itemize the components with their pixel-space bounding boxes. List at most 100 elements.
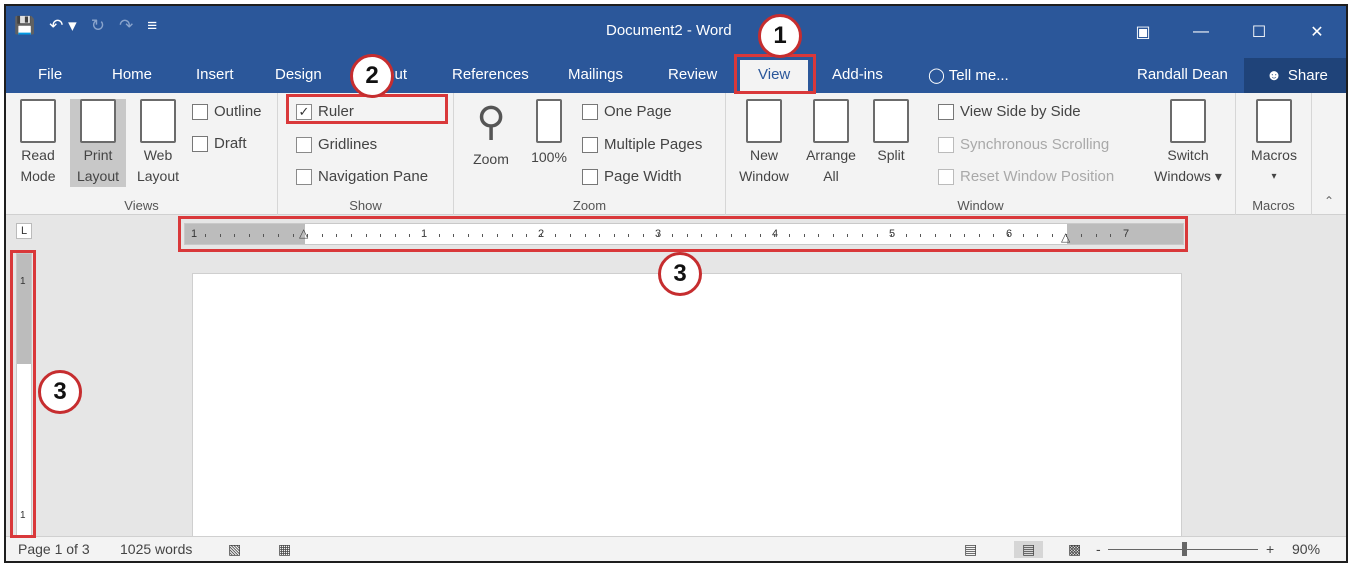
read-mode-label-2: Mode (20, 168, 56, 184)
document-title: Document2 - Word (606, 22, 732, 39)
web-layout-icon (140, 99, 176, 143)
zoom-level[interactable]: 90% (1292, 541, 1320, 557)
tab-references[interactable]: References (452, 66, 529, 83)
maximize-icon[interactable]: ☐ (1230, 6, 1288, 58)
word-window: 💾 ↶ ▾ ↻ ↷ ≡ Document2 - Word ▣ — ☐ ✕ Fil… (4, 4, 1348, 563)
switch-windows-button[interactable]: Switch Windows ▾ (1150, 99, 1226, 187)
ribbon-display-options-icon[interactable]: ▣ (1114, 6, 1172, 58)
zoom-button[interactable]: ⚲ Zoom (466, 99, 516, 170)
outline-label: Outline (214, 103, 262, 120)
draft-icon (192, 135, 208, 152)
web-layout-view-icon[interactable]: ▩ (1068, 541, 1081, 558)
view-side-by-side-button[interactable]: View Side by Side (938, 103, 1081, 120)
read-mode-view-icon[interactable]: ▤ (964, 541, 977, 558)
minimize-icon[interactable]: — (1172, 6, 1230, 58)
split-icon (873, 99, 909, 143)
macros-icon (1256, 99, 1292, 143)
vertical-ruler-highlight (10, 250, 36, 538)
window-controls: ▣ — ☐ ✕ (1114, 6, 1346, 58)
tab-review[interactable]: Review (668, 66, 717, 83)
macros-dropdown-icon: ▾ (1271, 171, 1277, 182)
tab-add-ins[interactable]: Add-ins (832, 66, 883, 83)
show-group-label: Show (349, 198, 382, 213)
tell-me-box[interactable]: ◯ Tell me... (928, 66, 1009, 84)
print-layout-button[interactable]: Print Layout (70, 99, 126, 187)
arrange-all-label-1: Arrange (806, 147, 856, 163)
macro-record-icon[interactable]: ▦ (278, 541, 291, 558)
page-count[interactable]: Page 1 of 3 (18, 541, 90, 557)
web-layout-button[interactable]: Web Layout (130, 99, 186, 187)
multiple-pages-button[interactable]: Multiple Pages (582, 136, 702, 153)
page-width-icon (582, 168, 598, 185)
zoom-100-button[interactable]: 100% (526, 99, 572, 168)
tab-home[interactable]: Home (112, 66, 152, 83)
proofing-icon[interactable]: ▧ (228, 541, 241, 558)
synchronous-scrolling-button[interactable]: Synchronous Scrolling (938, 136, 1109, 153)
user-name[interactable]: Randall Dean (1137, 66, 1228, 83)
ruler-checkbox-highlight (286, 94, 448, 124)
undo-icon[interactable]: ↶ ▾ (49, 16, 77, 36)
share-button[interactable]: ☻ Share (1244, 58, 1346, 93)
zoom-in-button[interactable]: + (1266, 541, 1274, 557)
zoom-slider-thumb[interactable] (1182, 542, 1187, 556)
status-bar: Page 1 of 3 1025 words ▧ ▦ ▤ ▤ ▩ - + 90% (6, 536, 1346, 561)
views-group-label: Views (124, 198, 159, 213)
navigation-pane-label: Navigation Pane (318, 168, 429, 185)
arrange-all-button[interactable]: Arrange All (800, 99, 862, 187)
lightbulb-icon: ◯ (928, 67, 945, 84)
group-window: New Window Arrange All Split View Side b… (726, 93, 1236, 215)
split-label: Split (877, 147, 905, 163)
close-icon[interactable]: ✕ (1288, 6, 1346, 58)
switch-windows-label-1: Switch (1167, 147, 1209, 163)
tab-insert[interactable]: Insert (196, 66, 234, 83)
read-mode-button[interactable]: Read Mode (16, 99, 60, 187)
draft-button[interactable]: Draft (192, 135, 247, 152)
print-layout-icon (80, 99, 116, 143)
reset-window-position-button[interactable]: Reset Window Position (938, 168, 1114, 185)
print-layout-label-2: Layout (76, 168, 120, 184)
collapse-ribbon-icon[interactable]: ⌃ (1324, 194, 1334, 208)
word-count[interactable]: 1025 words (120, 541, 192, 557)
new-window-button[interactable]: New Window (734, 99, 794, 187)
new-window-label-2: Window (739, 168, 789, 184)
synchronous-scrolling-icon (938, 136, 954, 153)
customize-qat-icon[interactable]: ≡ (147, 16, 157, 36)
one-page-button[interactable]: One Page (582, 103, 672, 120)
new-window-icon (746, 99, 782, 143)
title-bar: 💾 ↶ ▾ ↻ ↷ ≡ Document2 - Word ▣ — ☐ ✕ (6, 6, 1346, 58)
print-layout-label-1: Print (83, 147, 113, 163)
print-layout-view-icon[interactable]: ▤ (1014, 541, 1044, 558)
share-label: Share (1287, 67, 1328, 84)
magnifier-icon: ⚲ (476, 100, 506, 144)
save-icon[interactable]: 💾 (14, 16, 35, 36)
repeat-icon[interactable]: ↷ (119, 16, 133, 36)
document-page[interactable] (192, 273, 1182, 561)
outline-button[interactable]: Outline (192, 103, 262, 120)
tab-mailings[interactable]: Mailings (568, 66, 623, 83)
view-side-by-side-label: View Side by Side (960, 103, 1081, 120)
macros-button[interactable]: Macros ▾ (1244, 99, 1304, 187)
reset-window-position-label: Reset Window Position (960, 168, 1115, 185)
zoom-group-label: Zoom (572, 198, 607, 213)
draft-label: Draft (214, 135, 247, 152)
view-side-by-side-icon (938, 103, 954, 120)
person-icon: ☻ (1266, 67, 1282, 84)
callout-badge-1: 1 (758, 14, 802, 58)
callout-badge-2: 2 (350, 54, 394, 98)
zoom-out-button[interactable]: - (1096, 541, 1101, 557)
arrange-all-icon (813, 99, 849, 143)
navigation-pane-checkbox[interactable]: Navigation Pane (296, 168, 428, 185)
tab-design[interactable]: Design (275, 66, 322, 83)
split-button[interactable]: Split (868, 99, 914, 166)
page-width-button[interactable]: Page Width (582, 168, 682, 185)
window-group-label: Window (957, 198, 1004, 213)
synchronous-scrolling-label: Synchronous Scrolling (960, 136, 1110, 153)
tab-file[interactable]: File (38, 66, 62, 83)
tab-selector[interactable]: L (16, 223, 32, 239)
ribbon: Read Mode Print Layout Web Layout Outlin… (6, 93, 1346, 215)
redo-icon[interactable]: ↻ (91, 16, 105, 36)
one-page-icon (582, 103, 598, 120)
gridlines-checkbox[interactable]: Gridlines (296, 136, 377, 153)
zoom-100-icon (536, 99, 562, 143)
outline-icon (192, 103, 208, 120)
